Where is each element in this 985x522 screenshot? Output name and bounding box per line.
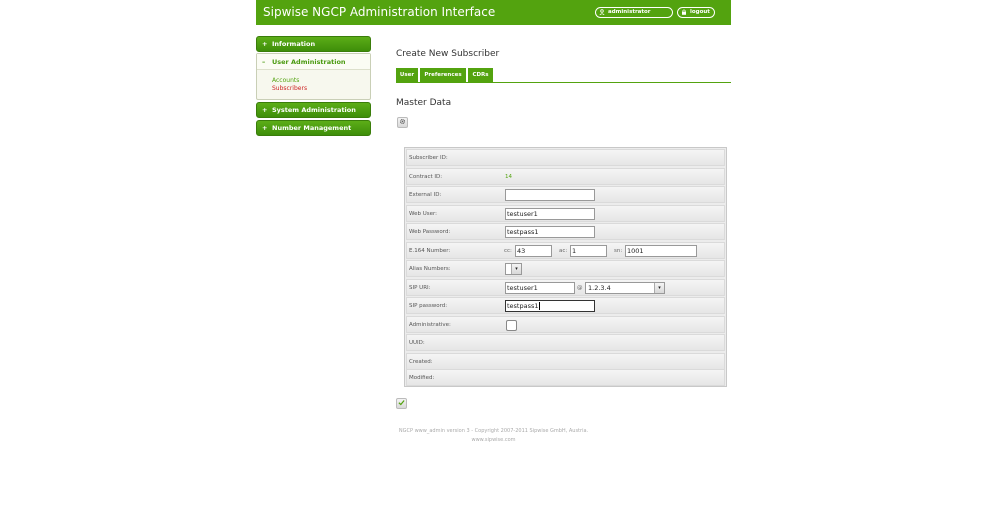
row-subscriber-id: Subscriber ID:: [406, 149, 725, 166]
sn-input[interactable]: 1001: [625, 244, 697, 257]
text-cursor: [538, 302, 540, 310]
contract-id-value: 14: [505, 173, 512, 180]
nav-user-administration-label: User Administration: [272, 58, 346, 66]
modified-label: Modified:: [409, 375, 435, 381]
row-external-id: External ID:: [406, 186, 725, 203]
expand-icon: +: [262, 40, 268, 48]
at-label: @: [577, 284, 583, 291]
tab-preferences[interactable]: Preferences: [420, 68, 466, 83]
current-user-label: administrator: [608, 9, 651, 15]
expand-icon: +: [262, 124, 268, 132]
administrative-checkbox[interactable]: [506, 319, 517, 331]
lock-icon: [681, 9, 687, 15]
row-created: Created:: [406, 352, 725, 370]
master-data-form: Subscriber ID: Contract ID: 14 External …: [404, 147, 727, 387]
app-title: Sipwise NGCP Administration Interface: [263, 5, 496, 19]
nav-user-administration: – User Administration Accounts Subscriber…: [256, 53, 371, 100]
sip-password-input[interactable]: testpass1: [505, 300, 595, 312]
cc-input[interactable]: 43: [515, 244, 552, 257]
contract-id-label: Contract ID:: [409, 173, 443, 180]
subscriber-id-label: Subscriber ID:: [409, 155, 448, 161]
external-id-label: External ID:: [409, 192, 442, 198]
chevron-down-icon: ▾: [654, 282, 664, 293]
sip-domain-value: 1.2.3.4: [588, 283, 611, 292]
current-user-link[interactable]: administrator: [595, 7, 673, 18]
footer: NGCP www_admin version 3 - Copyright 200…: [396, 427, 591, 444]
external-id-input[interactable]: [505, 189, 595, 201]
ac-input[interactable]: 1: [570, 244, 607, 257]
submit-button[interactable]: [396, 398, 407, 409]
sip-password-value: testpass1: [507, 302, 539, 310]
sip-domain-select[interactable]: 1.2.3.4 ▾: [585, 281, 665, 294]
e164-number-label: E.164 Number:: [409, 247, 451, 254]
website-link[interactable]: www.sipwise.com: [396, 436, 591, 445]
row-sip-uri: SIP URI: testuser1 @ 1.2.3.4 ▾: [406, 278, 725, 296]
tab-user[interactable]: User: [396, 68, 418, 83]
nav-number-management-label: Number Management: [272, 124, 352, 132]
row-contract-id: Contract ID: 14: [406, 167, 725, 185]
tab-cdrs[interactable]: CDRs: [468, 68, 493, 83]
nav-information-label: Information: [272, 40, 316, 48]
gear-icon: [399, 118, 406, 127]
check-icon: [398, 400, 405, 408]
sip-password-label: SIP password:: [409, 303, 448, 309]
web-password-input[interactable]: testpass1: [505, 226, 595, 238]
web-password-label: Web Password:: [409, 229, 451, 235]
sip-user-input[interactable]: testuser1: [505, 281, 575, 294]
nav-item-accounts[interactable]: Accounts: [272, 77, 299, 84]
row-e164-number: E.164 Number: cc: 43 ac: 1 sn: 1001: [406, 241, 725, 259]
collapse-icon: –: [262, 58, 266, 66]
tab-underline: [396, 82, 731, 83]
header-bar: Sipwise NGCP Administration Interface ad…: [256, 0, 731, 25]
nav-system-administration-label: System Administration: [272, 106, 356, 114]
web-user-label: Web User:: [409, 210, 438, 217]
created-label: Created:: [409, 358, 433, 365]
row-sip-password: SIP password: testpass1: [406, 297, 725, 314]
alias-numbers-label: Alias Numbers:: [409, 266, 451, 272]
uuid-label: UUID:: [409, 340, 425, 346]
chevron-down-icon: ▾: [511, 264, 521, 274]
logout-button[interactable]: logout: [677, 7, 715, 18]
row-modified: Modified:: [406, 369, 725, 386]
row-alias-numbers: Alias Numbers: ▾: [406, 260, 725, 277]
expand-icon: +: [262, 106, 268, 114]
sn-label: sn:: [614, 247, 623, 254]
settings-button[interactable]: [397, 117, 408, 128]
user-icon: [599, 9, 605, 16]
sip-uri-label: SIP URI:: [409, 284, 431, 291]
nav-user-administration-header[interactable]: – User Administration: [257, 54, 370, 70]
row-web-user: Web User: testuser1: [406, 204, 725, 222]
logout-label: logout: [690, 9, 710, 15]
ac-label: ac:: [559, 247, 568, 254]
nav-item-subscribers[interactable]: Subscribers: [272, 85, 307, 92]
nav-number-management[interactable]: + Number Management: [256, 120, 371, 136]
copyright-text: NGCP www_admin version 3 - Copyright 200…: [398, 428, 589, 434]
alias-numbers-select[interactable]: ▾: [505, 263, 522, 275]
row-administrative: Administrative:: [406, 315, 725, 333]
cc-label: cc:: [504, 247, 512, 254]
row-uuid: UUID:: [406, 334, 725, 351]
nav-information[interactable]: + Information: [256, 36, 371, 52]
section-title: Master Data: [396, 98, 452, 108]
nav-system-administration[interactable]: + System Administration: [256, 102, 371, 118]
row-web-password: Web Password: testpass1: [406, 223, 725, 240]
page-title: Create New Subscriber: [396, 49, 500, 59]
administrative-label: Administrative:: [409, 321, 451, 328]
web-user-input[interactable]: testuser1: [505, 207, 595, 220]
